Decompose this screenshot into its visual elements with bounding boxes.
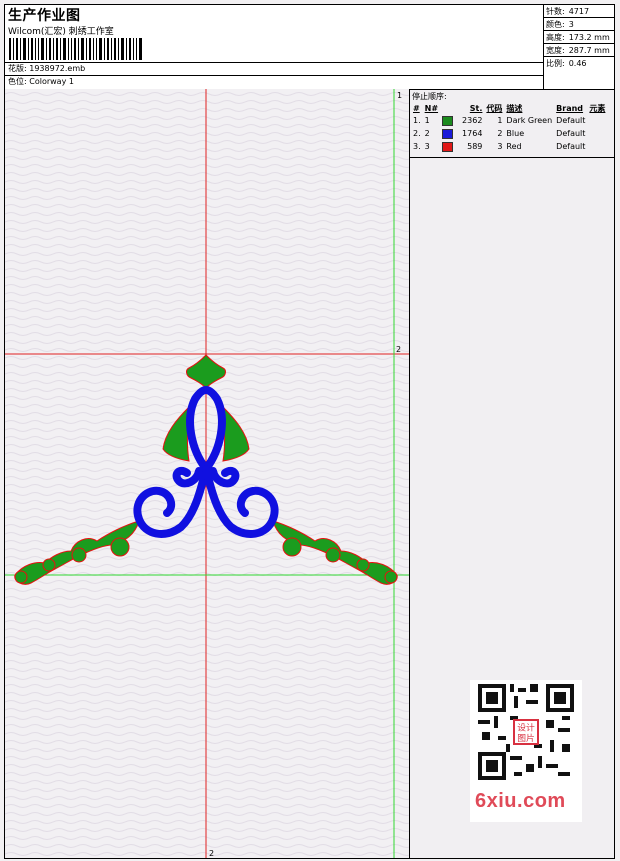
qr-code-icon: 设计 图片	[478, 684, 574, 780]
table-row: 1. 1 2362 1 Dark Green Default	[413, 115, 586, 126]
table-row: 3. 3 589 3 Red Default	[413, 141, 586, 152]
page-title: 生产作业图	[8, 8, 81, 24]
col-element: 元素	[589, 103, 606, 113]
marker-bottom: 2	[209, 849, 214, 858]
stats-box: 针数: 4717 颜色: 3 高度: 173.2 mm 宽度: 287.7 mm 比例:…	[543, 5, 615, 89]
stat-width: 宽度: 287.7 mm	[544, 44, 615, 57]
header: 生产作业图 Wilcom(汇宏) 刺绣工作室 花版: 1938972.emb 色…	[5, 5, 615, 90]
embroidery-design: 1 2 2	[5, 89, 409, 858]
stop-panel-title: 停止顺序:	[412, 92, 447, 101]
divider	[410, 157, 614, 158]
marker-top: 1	[397, 91, 402, 100]
table-row: 2. 2 1764 2 Blue Default	[413, 128, 586, 139]
watermark-logo: 设计 图片 6xiu.com	[470, 680, 582, 822]
design-area: 1 2 2	[5, 89, 410, 858]
file-name: 花版: 1938972.emb	[8, 64, 86, 73]
col-desc: 描述	[506, 103, 523, 113]
color-swatch	[442, 115, 454, 126]
svg-text:图片: 图片	[517, 732, 535, 744]
site-watermark: 6xiu.com	[475, 790, 566, 812]
studio-name: Wilcom(汇宏) 刺绣工作室	[8, 27, 114, 37]
stat-height: 高度: 173.2 mm	[544, 31, 615, 44]
col-num: #	[413, 103, 420, 113]
stat-colors: 颜色: 3	[544, 18, 615, 31]
stop-table: # N# St. 代码 描述 Brand 元素 1. 1 2362 1 Dark …	[411, 102, 607, 153]
divider	[5, 62, 543, 63]
col-stitches: St.	[469, 103, 483, 113]
col-code: 代码	[486, 103, 503, 113]
marker-right: 2	[396, 345, 401, 354]
barcode-icon	[9, 38, 142, 60]
col-brand: Brand	[556, 103, 584, 113]
stat-stitches: 针数: 4717	[544, 5, 615, 18]
col-needle: N#	[424, 103, 439, 113]
color-swatch	[442, 141, 454, 152]
divider	[5, 75, 543, 76]
svg-text:设计: 设计	[517, 721, 535, 733]
stop-table-header: # N# St. 代码 描述 Brand 元素	[411, 102, 607, 114]
colorway: 色位: Colorway 1	[8, 77, 74, 86]
col-swatch	[440, 102, 460, 114]
color-swatch	[442, 128, 454, 139]
stat-scale: 比例: 0.46	[546, 59, 587, 68]
